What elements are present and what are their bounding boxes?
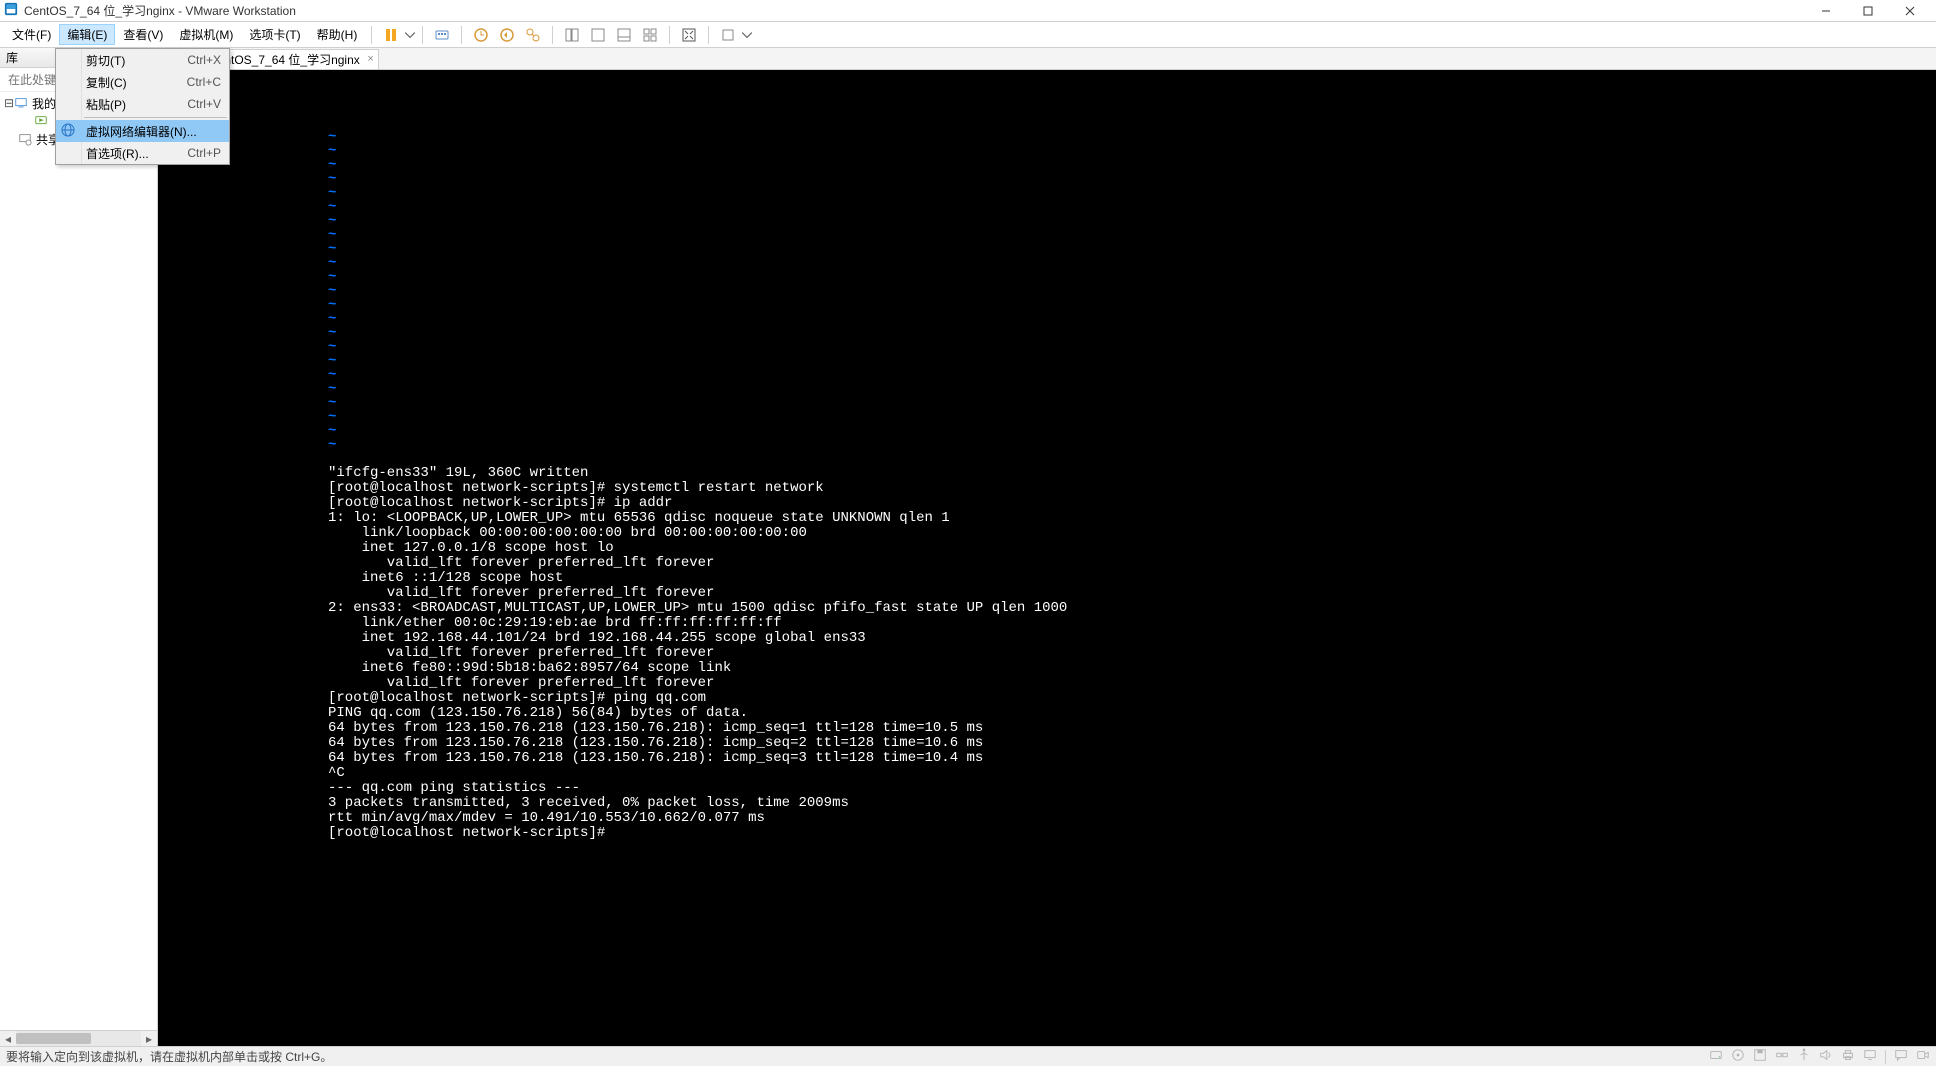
menu-copy[interactable]: 复制(C) Ctrl+C	[56, 71, 229, 93]
pause-button[interactable]	[378, 24, 404, 46]
revert-snapshot-button[interactable]	[494, 24, 520, 46]
menu-paste[interactable]: 粘贴(P) Ctrl+V	[56, 93, 229, 115]
scroll-thumb[interactable]	[16, 1033, 91, 1044]
network-icon[interactable]	[1775, 1048, 1789, 1065]
library-scrollbar-h[interactable]: ◂ ▸	[0, 1030, 157, 1046]
fullscreen-button[interactable]	[676, 24, 702, 46]
view-unity-button[interactable]	[611, 24, 637, 46]
menu-virtual-network-editor[interactable]: 虚拟网络编辑器(N)...	[56, 120, 229, 142]
scroll-left-icon[interactable]: ◂	[0, 1031, 16, 1046]
view-thumbnail-button[interactable]	[585, 24, 611, 46]
collapse-icon[interactable]: ⊟	[4, 96, 14, 110]
shared-icon	[18, 132, 32, 147]
sound-icon[interactable]	[1819, 1048, 1833, 1065]
statusbar: 要将输入定向到该虚拟机，请在虚拟机内部单击或按 Ctrl+G。	[0, 1046, 1936, 1066]
menu-paste-label: 粘贴(P)	[86, 96, 126, 113]
minimize-button[interactable]	[1814, 2, 1838, 20]
console-area[interactable]: ~~~~~~~~~~~~~~~~~~~~~~~ "ifcfg-ens33" 19…	[158, 70, 1936, 1046]
menu-vm[interactable]: 虚拟机(M)	[171, 24, 241, 45]
status-icons	[1709, 1048, 1930, 1065]
toolbar-separator	[669, 26, 670, 44]
toolbar-separator	[708, 26, 709, 44]
vmware-icon	[4, 2, 18, 19]
titlebar: CentOS_7_64 位_学习nginx - VMware Workstati…	[0, 0, 1936, 22]
vm-running-icon	[34, 114, 48, 129]
menu-preferences[interactable]: 首选项(R)... Ctrl+P	[56, 142, 229, 164]
menu-cut-label: 剪切(T)	[86, 52, 125, 69]
tab-close-icon[interactable]: ×	[367, 53, 373, 65]
toolbar-separator	[552, 26, 553, 44]
window-title: CentOS_7_64 位_学习nginx - VMware Workstati…	[24, 2, 1814, 19]
toolbar-separator	[422, 26, 423, 44]
terminal-output: "ifcfg-ens33" 19L, 360C written [root@lo…	[328, 466, 1928, 841]
view-multiple-button[interactable]	[637, 24, 663, 46]
snapshot-manager-button[interactable]	[520, 24, 546, 46]
menu-cut-shortcut: Ctrl+X	[187, 53, 221, 67]
menu-help[interactable]: 帮助(H)	[309, 24, 366, 45]
stretch-dropdown[interactable]	[741, 24, 753, 46]
globe-icon	[61, 123, 75, 140]
menu-view[interactable]: 查看(V)	[115, 24, 171, 45]
vim-tilde-column: ~~~~~~~~~~~~~~~~~~~~~~~	[328, 130, 1928, 452]
close-button[interactable]	[1898, 2, 1922, 20]
snapshot-button[interactable]	[468, 24, 494, 46]
printer-icon[interactable]	[1841, 1048, 1855, 1065]
cd-icon[interactable]	[1731, 1048, 1745, 1065]
toolbar-separator	[371, 26, 372, 44]
menu-copy-label: 复制(C)	[86, 74, 127, 91]
disk-icon[interactable]	[1709, 1048, 1723, 1065]
pause-dropdown[interactable]	[404, 24, 416, 46]
scroll-track[interactable]	[16, 1031, 141, 1046]
menu-file[interactable]: 文件(F)	[4, 24, 59, 45]
menu-divider	[84, 117, 227, 118]
vm-tab-label: CentOS_7_64 位_学习nginx	[209, 51, 360, 68]
library-title: 库	[6, 49, 18, 66]
scroll-right-icon[interactable]: ▸	[141, 1031, 157, 1046]
menu-tabs[interactable]: 选项卡(T)	[241, 24, 308, 45]
status-separator	[1885, 1050, 1886, 1064]
message-icon[interactable]	[1894, 1048, 1908, 1065]
main-pane: CentOS_7_64 位_学习nginx × ~~~~~~~~~~~~~~~~…	[158, 48, 1936, 1046]
view-single-button[interactable]	[559, 24, 585, 46]
toolbar-separator	[461, 26, 462, 44]
menu-prefs-shortcut: Ctrl+P	[187, 146, 221, 160]
computer-icon	[14, 96, 28, 111]
menubar: 文件(F) 编辑(E) 查看(V) 虚拟机(M) 选项卡(T) 帮助(H)	[0, 22, 1936, 48]
display-icon[interactable]	[1863, 1048, 1877, 1065]
stretch-button[interactable]	[715, 24, 741, 46]
floppy-icon[interactable]	[1753, 1048, 1767, 1065]
edit-menu-dropdown: 剪切(T) Ctrl+X 复制(C) Ctrl+C 粘贴(P) Ctrl+V 虚…	[55, 48, 230, 165]
menu-vne-label: 虚拟网络编辑器(N)...	[86, 123, 197, 140]
menu-edit[interactable]: 编辑(E)	[59, 24, 115, 45]
menu-copy-shortcut: Ctrl+C	[187, 75, 221, 89]
record-icon[interactable]	[1916, 1048, 1930, 1065]
menu-prefs-label: 首选项(R)...	[86, 145, 149, 162]
library-pane: 库 × ▾ ⊟ 我的计算机 共享的虚拟机 ◂ ▸	[0, 48, 158, 1046]
tabs-row: CentOS_7_64 位_学习nginx ×	[158, 48, 1936, 70]
usb-icon[interactable]	[1797, 1048, 1811, 1065]
menu-cut[interactable]: 剪切(T) Ctrl+X	[56, 49, 229, 71]
maximize-button[interactable]	[1856, 2, 1880, 20]
statusbar-text: 要将输入定向到该虚拟机，请在虚拟机内部单击或按 Ctrl+G。	[6, 1048, 332, 1065]
send-ctrl-alt-del-button[interactable]	[429, 24, 455, 46]
menu-paste-shortcut: Ctrl+V	[187, 97, 221, 111]
